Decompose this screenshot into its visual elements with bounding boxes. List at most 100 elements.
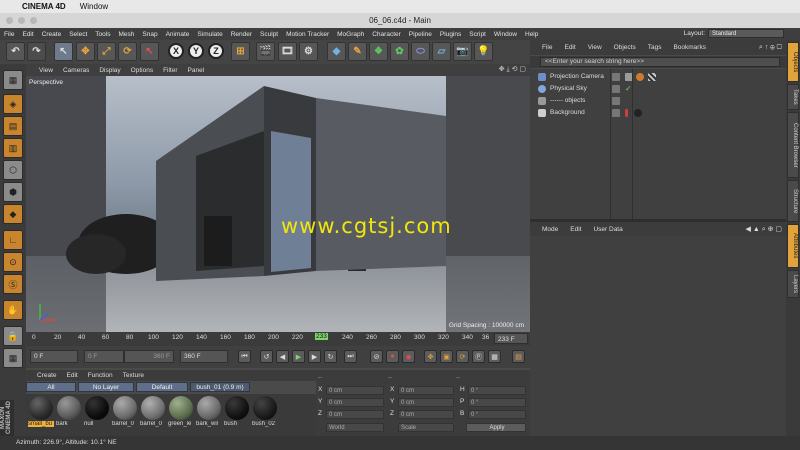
viewport-menu-options[interactable]: Options bbox=[126, 67, 158, 74]
key-rotation-icon[interactable]: ⟳ bbox=[456, 350, 469, 363]
render-view-icon[interactable]: 🎬 bbox=[256, 42, 275, 61]
axis-x-button[interactable]: X bbox=[168, 43, 184, 59]
last-tool-icon[interactable]: ↖ bbox=[140, 42, 159, 61]
menu-script[interactable]: Script bbox=[465, 31, 490, 38]
render-settings-icon[interactable]: ⚙ bbox=[299, 42, 318, 61]
pen-spline-icon[interactable]: ✎ bbox=[348, 42, 367, 61]
rotate-icon[interactable]: ⟳ bbox=[118, 42, 137, 61]
rotation-h-field[interactable]: 0 ° bbox=[468, 386, 526, 395]
menu-select[interactable]: Select bbox=[65, 31, 91, 38]
attr-menu-user-data[interactable]: User Data bbox=[587, 226, 628, 233]
autokey-icon[interactable]: ◉ bbox=[402, 350, 415, 363]
range-end-field[interactable]: 360 F bbox=[124, 350, 174, 363]
filter-all[interactable]: All bbox=[26, 382, 76, 392]
light-icon[interactable]: 💡 bbox=[474, 42, 493, 61]
menu-pipeline[interactable]: Pipeline bbox=[405, 31, 436, 38]
tab-attributes[interactable]: Attributes bbox=[787, 224, 799, 268]
key-position-icon[interactable]: ✥ bbox=[424, 350, 437, 363]
menu-edit[interactable]: Edit bbox=[18, 31, 37, 38]
visibility-toggle[interactable] bbox=[612, 97, 620, 105]
material-item[interactable]: null bbox=[84, 396, 110, 427]
app-menu[interactable]: CINEMA 4D bbox=[22, 2, 66, 11]
deformer-icon[interactable]: ⬭ bbox=[411, 42, 430, 61]
previous-key-icon[interactable]: ↺ bbox=[260, 350, 273, 363]
menu-create[interactable]: Create bbox=[38, 31, 66, 38]
record-keys-icon[interactable]: ⊘ bbox=[370, 350, 383, 363]
play-icon[interactable]: ▶ bbox=[292, 350, 305, 363]
texture-mode-icon[interactable]: ▤ bbox=[3, 116, 23, 136]
move-icon[interactable]: ✥ bbox=[76, 42, 95, 61]
go-to-end-icon[interactable]: ⏭ bbox=[344, 350, 357, 363]
menu-render[interactable]: Render bbox=[227, 31, 256, 38]
mac-menu-window[interactable]: Window bbox=[80, 2, 108, 11]
viewport-3d[interactable]: Perspective www.cgtsj.com Grid Spacing :… bbox=[26, 76, 530, 332]
polygons-mode-icon[interactable]: ◆ bbox=[3, 204, 23, 224]
object-menu-objects[interactable]: Objects bbox=[608, 44, 642, 51]
material-item[interactable]: bush_02 bbox=[252, 396, 278, 427]
object-row[interactable]: Physical Sky ✓ bbox=[530, 83, 786, 94]
coord-mode-dropdown[interactable]: World bbox=[326, 423, 384, 432]
go-to-start-icon[interactable]: ⏮ bbox=[238, 350, 251, 363]
apply-button[interactable]: Apply bbox=[466, 423, 526, 432]
menu-file[interactable]: File bbox=[0, 31, 18, 38]
menu-window[interactable]: Window bbox=[490, 31, 521, 38]
visibility-toggle[interactable] bbox=[612, 73, 620, 81]
size-mode-dropdown[interactable]: Scale bbox=[398, 423, 454, 432]
object-row[interactable]: Background bbox=[530, 107, 786, 118]
protection-tag-icon[interactable] bbox=[636, 73, 644, 81]
live-selection-icon[interactable]: ↖ bbox=[54, 42, 73, 61]
tab-objects[interactable]: Objects bbox=[787, 42, 799, 82]
model-mode-icon[interactable]: ◈ bbox=[3, 94, 23, 114]
scale-icon[interactable]: ⤢ bbox=[97, 42, 116, 61]
camera-icon[interactable]: 📷 bbox=[453, 42, 472, 61]
position-x-field[interactable]: 0 cm bbox=[326, 386, 384, 395]
range-start-field[interactable]: 0 F bbox=[84, 350, 124, 363]
position-z-field[interactable]: 0 cm bbox=[326, 410, 384, 419]
key-pla-icon[interactable]: ▦ bbox=[488, 350, 501, 363]
snap-icon[interactable]: Ⓢ bbox=[3, 274, 23, 294]
tab-content-browser[interactable]: Content Browser bbox=[787, 112, 799, 178]
tab-structure[interactable]: Structure bbox=[787, 180, 799, 222]
menu-sculpt[interactable]: Sculpt bbox=[256, 31, 282, 38]
menu-help[interactable]: Help bbox=[521, 31, 542, 38]
visibility-toggle[interactable] bbox=[612, 85, 620, 93]
filter-default[interactable]: Default bbox=[136, 382, 188, 392]
axis-z-button[interactable]: Z bbox=[208, 43, 224, 59]
workplane-icon[interactable]: ▥ bbox=[3, 138, 23, 158]
lock-workplane-icon[interactable]: 🔒 bbox=[3, 326, 23, 346]
render-picture-viewer-icon[interactable]: 🎞 bbox=[278, 42, 297, 61]
attr-menu-mode[interactable]: Mode bbox=[536, 226, 564, 233]
material-menu-edit[interactable]: Edit bbox=[62, 372, 83, 379]
material-item[interactable]: barrel_0 bbox=[112, 396, 138, 427]
object-menu-file[interactable]: File bbox=[536, 44, 558, 51]
object-manager-search-icon[interactable]: ⌕ ↑ ⊕ ▢ bbox=[759, 44, 782, 52]
floor-icon[interactable]: ▱ bbox=[432, 42, 451, 61]
tweak-mode-icon[interactable]: ⊙ bbox=[3, 252, 23, 272]
viewport-menu-view[interactable]: View bbox=[34, 67, 58, 74]
cube-icon[interactable]: ◆ bbox=[327, 42, 346, 61]
viewport-menu-panel[interactable]: Panel bbox=[183, 67, 210, 74]
object-menu-edit[interactable]: Edit bbox=[558, 44, 581, 51]
attr-nav-icons[interactable]: ◀ ▲ ⌕ ⊕ ▢ bbox=[746, 225, 783, 234]
attr-menu-edit[interactable]: Edit bbox=[564, 226, 587, 233]
material-menu-create[interactable]: Create bbox=[32, 372, 62, 379]
tab-takes[interactable]: Takes bbox=[787, 84, 799, 110]
material-tag-icon[interactable] bbox=[634, 109, 642, 117]
timeline-ruler[interactable]: 0 20 40 60 80 100 120 140 160 180 200 22… bbox=[26, 332, 530, 346]
size-x-field[interactable]: 0 cm bbox=[398, 386, 454, 395]
tab-layers[interactable]: Layers bbox=[787, 270, 799, 298]
subdivision-icon[interactable]: ❖ bbox=[369, 42, 388, 61]
layout-dropdown[interactable]: Standard bbox=[708, 29, 784, 38]
edges-mode-icon[interactable]: ⬢ bbox=[3, 182, 23, 202]
axis-y-button[interactable]: Y bbox=[188, 43, 204, 59]
previous-frame-icon[interactable]: ◀ bbox=[276, 350, 289, 363]
rotation-p-field[interactable]: 0 ° bbox=[468, 398, 526, 407]
key-parameter-icon[interactable]: Ⓟ bbox=[472, 350, 485, 363]
start-frame-field[interactable]: 0 F bbox=[30, 350, 78, 363]
menu-character[interactable]: Character bbox=[368, 31, 405, 38]
menu-tools[interactable]: Tools bbox=[91, 31, 114, 38]
material-item[interactable]: bark bbox=[56, 396, 82, 427]
visibility-toggle[interactable] bbox=[612, 109, 620, 117]
filter-bush-layer[interactable]: bush_01 (0.9 m) bbox=[190, 382, 250, 392]
material-item[interactable]: green_le bbox=[168, 396, 194, 427]
